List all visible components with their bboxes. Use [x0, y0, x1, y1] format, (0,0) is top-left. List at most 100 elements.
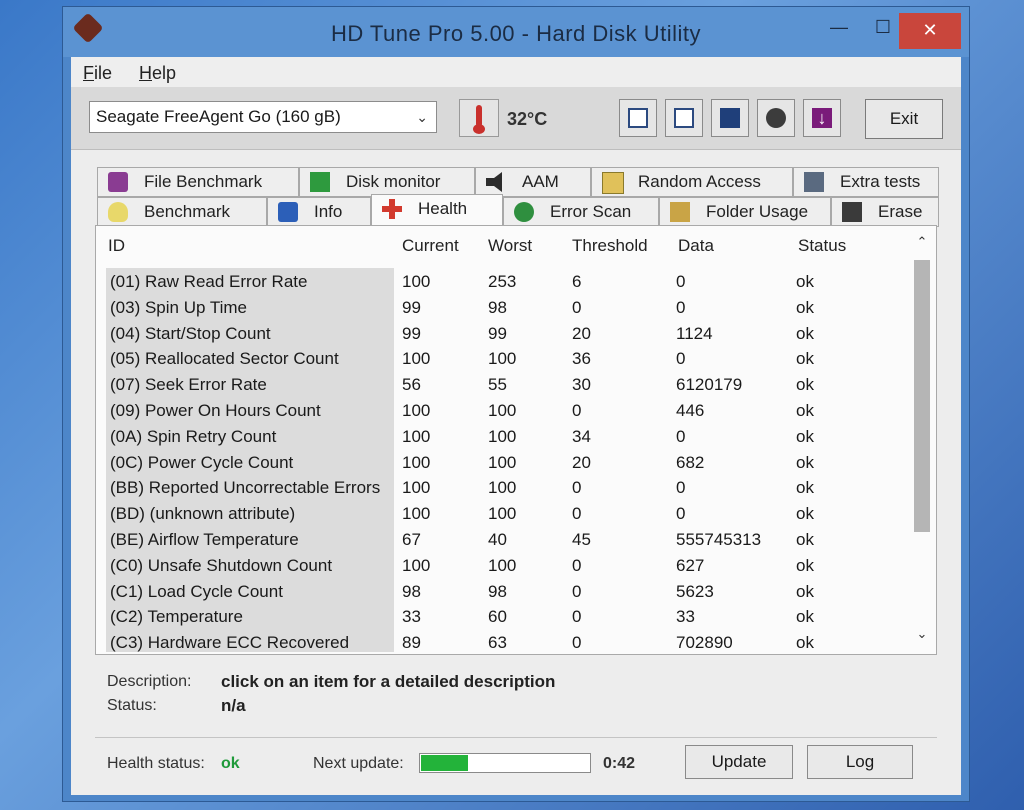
status-separator — [95, 737, 937, 738]
table-row[interactable]: (05) Reallocated Sector Count 100 100 36 0 ok — [96, 347, 911, 373]
current-cell: 100 — [402, 401, 431, 420]
temperature-indicator — [459, 99, 499, 137]
current-cell: 100 — [402, 504, 431, 524]
scroll-thumb[interactable] — [914, 260, 930, 532]
tab-benchmark[interactable]: Benchmark — [97, 197, 267, 227]
status-cell: ok — [796, 478, 814, 498]
toolbar: Seagate FreeAgent Go (160 gB) ⌄ 32°C ↓ E… — [71, 87, 961, 150]
status-cell: ok — [796, 375, 814, 395]
minimize-button[interactable]: — — [819, 17, 859, 47]
status-cell: ok — [796, 633, 814, 653]
column-header-threshold[interactable]: Threshold — [572, 236, 648, 256]
table-row[interactable]: (BD) (unknown attribute) 100 100 0 0 ok — [96, 502, 911, 528]
table-row[interactable]: (07) Seek Error Rate 56 55 30 6120179 ok — [96, 373, 911, 399]
threshold-cell: 34 — [572, 426, 591, 446]
attr-id-cell: (01) Raw Read Error Rate — [110, 272, 308, 291]
tab-folder-usage[interactable]: Folder Usage — [659, 197, 831, 227]
copy-text-button[interactable] — [619, 99, 657, 137]
table-row[interactable]: (01) Raw Read Error Rate 100 253 6 0 ok — [96, 270, 911, 296]
table-row[interactable]: (03) Spin Up Time 99 98 0 0 ok — [96, 296, 911, 322]
tab-extra-tests[interactable]: Extra tests — [793, 167, 939, 197]
info-icon — [278, 202, 298, 222]
status-cell: ok — [796, 272, 814, 291]
tab-health[interactable]: Health — [371, 194, 503, 227]
tab-disk-monitor[interactable]: Disk monitor — [299, 167, 475, 197]
current-cell: 100 — [402, 555, 431, 575]
lightbulb-icon — [108, 202, 128, 222]
maximize-button[interactable]: ☐ — [863, 17, 903, 47]
threshold-cell: 20 — [572, 452, 591, 472]
attr-id-cell: (04) Start/Stop Count — [110, 323, 271, 343]
save-button[interactable] — [711, 99, 749, 137]
data-cell: 33 — [676, 607, 695, 627]
log-button[interactable]: Log — [807, 745, 913, 779]
table-row[interactable]: (C1) Load Cycle Count 98 98 0 5623 ok — [96, 580, 911, 606]
tab-label: Health — [418, 199, 468, 218]
tab-error-scan[interactable]: Error Scan — [503, 197, 659, 227]
close-button[interactable]: ✕ — [899, 13, 961, 49]
current-cell: 100 — [402, 272, 431, 291]
tab-erase[interactable]: Erase — [831, 197, 939, 227]
threshold-cell: 0 — [572, 633, 582, 653]
table-row[interactable]: (09) Power On Hours Count 100 100 0 446 ok — [96, 399, 911, 425]
threshold-cell: 0 — [572, 504, 582, 524]
scroll-up-icon[interactable]: ⌃ — [910, 234, 934, 256]
data-cell: 0 — [676, 297, 686, 317]
current-cell: 100 — [402, 426, 431, 446]
exit-button[interactable]: Exit — [865, 99, 943, 139]
tab-random-access[interactable]: Random Access — [591, 167, 793, 197]
attr-id-cell: (05) Reallocated Sector Count — [110, 349, 339, 369]
drive-dropdown[interactable]: Seagate FreeAgent Go (160 gB) ⌄ — [89, 101, 437, 133]
column-header-status[interactable]: Status — [798, 236, 846, 256]
table-row[interactable]: (C0) Unsafe Shutdown Count 100 100 0 627 ok — [96, 554, 911, 580]
update-button[interactable]: Update — [685, 745, 793, 779]
disk-monitor-icon — [310, 172, 330, 192]
table-row[interactable]: (BE) Airflow Temperature 67 40 45 555745313 o… — [96, 528, 911, 554]
menu-file[interactable]: File — [83, 63, 112, 84]
copy-text-icon — [628, 108, 648, 128]
table-row[interactable]: (C3) Hardware ECC Recovered 89 63 0 702890 ok — [96, 631, 911, 657]
copy-info-icon — [674, 108, 694, 128]
tab-aam[interactable]: AAM — [475, 167, 591, 197]
worst-cell: 99 — [488, 323, 507, 343]
tab-label: Benchmark — [144, 202, 230, 221]
download-button[interactable]: ↓ — [803, 99, 841, 137]
progress-fill — [421, 755, 469, 771]
save-icon — [720, 108, 740, 128]
tab-label: Folder Usage — [706, 202, 809, 221]
table-row[interactable]: (BB) Reported Uncorrectable Errors 100 100… — [96, 476, 911, 502]
column-header-data[interactable]: Data — [678, 236, 714, 256]
data-cell: 0 — [676, 504, 686, 524]
client-area: File Help Seagate FreeAgent Go (160 gB) … — [71, 57, 961, 795]
smart-attributes-table[interactable]: ID Current Worst Threshold Data Status (… — [95, 225, 937, 655]
tab-file-benchmark[interactable]: File Benchmark — [97, 167, 299, 197]
tab-label: Erase — [878, 202, 923, 221]
threshold-cell: 45 — [572, 530, 591, 549]
vertical-scrollbar[interactable]: ⌃ ⌄ — [910, 234, 934, 648]
current-cell: 99 — [402, 297, 421, 317]
column-header-id[interactable]: ID — [108, 236, 125, 256]
tab-info[interactable]: Info — [267, 197, 371, 227]
title-bar[interactable]: HD Tune Pro 5.00 - Hard Disk Utility — ☐… — [63, 7, 969, 57]
options-button[interactable] — [757, 99, 795, 137]
app-window: HD Tune Pro 5.00 - Hard Disk Utility — ☐… — [62, 6, 970, 802]
download-icon: ↓ — [812, 108, 832, 128]
scroll-down-icon[interactable]: ⌄ — [910, 626, 934, 648]
trash-bin-icon — [842, 202, 862, 222]
current-cell: 99 — [402, 323, 421, 343]
status-cell: ok — [796, 530, 814, 549]
column-header-current[interactable]: Current — [402, 236, 459, 256]
column-header-worst[interactable]: Worst — [488, 236, 532, 256]
magnifier-icon — [514, 202, 534, 222]
table-row[interactable]: (0C) Power Cycle Count 100 100 20 682 ok — [96, 451, 911, 477]
current-cell: 100 — [402, 478, 431, 498]
menu-help[interactable]: Help — [139, 63, 176, 84]
attr-id-cell: (BD) (unknown attribute) — [110, 504, 296, 524]
attr-id-cell: (0C) Power Cycle Count — [110, 452, 294, 472]
copy-info-button[interactable] — [665, 99, 703, 137]
data-cell: 5623 — [676, 581, 714, 601]
table-row[interactable]: (04) Start/Stop Count 99 99 20 1124 ok — [96, 322, 911, 348]
table-row[interactable]: (C2) Temperature 33 60 0 33 ok — [96, 605, 911, 631]
table-row[interactable]: (0A) Spin Retry Count 100 100 34 0 ok — [96, 425, 911, 451]
data-cell: 702890 — [676, 633, 733, 653]
